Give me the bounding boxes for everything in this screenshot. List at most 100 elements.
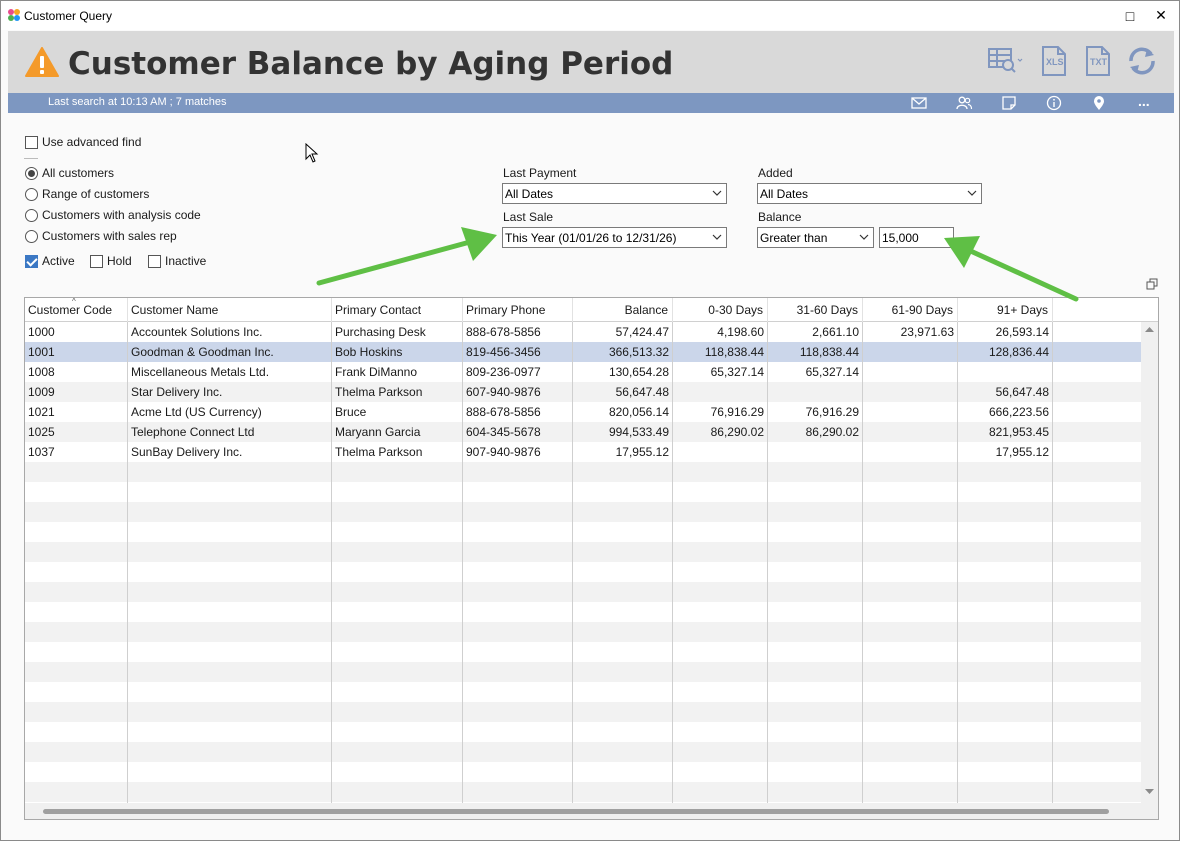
scroll-up-icon[interactable] xyxy=(1145,326,1154,333)
column-header-customer-code[interactable]: Customer Code xyxy=(25,298,128,322)
column-header-days-31-60[interactable]: 31-60 Days xyxy=(768,298,863,322)
empty-row xyxy=(25,762,1141,782)
cell-days-61-90 xyxy=(863,382,958,402)
scroll-down-icon[interactable] xyxy=(1145,788,1154,795)
column-header-primary-phone[interactable]: Primary Phone xyxy=(463,298,573,322)
cell-days-91-plus: 821,953.45 xyxy=(988,425,1049,439)
column-divider xyxy=(862,322,863,803)
cell-customer-name: Telephone Connect Ltd xyxy=(131,425,255,439)
radio-button[interactable] xyxy=(25,229,38,243)
cell-primary-contact: Bob Hoskins xyxy=(335,345,403,359)
cell-days-0-30: 86,290.02 xyxy=(710,425,764,439)
advanced-find-option[interactable]: Use advanced find xyxy=(25,135,141,149)
restore-layout-icon[interactable] xyxy=(1146,278,1158,290)
horizontal-scroll-thumb[interactable] xyxy=(43,809,1109,814)
table-row[interactable]: 1008 Miscellaneous Metals Ltd. Frank DiMan… xyxy=(25,362,1141,382)
cell-days-91-plus: 17,955.12 xyxy=(995,445,1049,459)
info-icon[interactable] xyxy=(1045,95,1063,111)
column-header-primary-contact[interactable]: Primary Contact xyxy=(332,298,463,322)
vertical-scrollbar[interactable] xyxy=(1141,322,1158,803)
cell-days-31-60: 118,838.44 xyxy=(799,345,859,359)
table-row[interactable]: 1037 SunBay Delivery Inc. Thelma Parkson 90… xyxy=(25,442,1141,462)
mail-icon[interactable] xyxy=(910,95,928,111)
table-header: Customer Code Customer Name Primary Contac… xyxy=(25,298,1158,322)
empty-row xyxy=(25,522,1141,542)
column-header-days-91-plus[interactable]: 91+ Days xyxy=(958,298,1053,322)
cell-days-31-60: 2,661.10 xyxy=(812,325,859,339)
inactive-option[interactable]: Inactive xyxy=(148,254,206,268)
radio-sales-rep[interactable]: Customers with sales rep xyxy=(25,229,177,243)
export-xls-button[interactable]: XLS xyxy=(1038,45,1070,77)
cell-days-0-30: 76,916.29 xyxy=(710,405,764,419)
hold-option[interactable]: Hold xyxy=(90,254,132,268)
empty-row xyxy=(25,542,1141,562)
note-icon[interactable] xyxy=(1000,95,1018,111)
cell-primary-phone: 809-236-0977 xyxy=(466,365,541,379)
column-header-days-61-90[interactable]: 61-90 Days xyxy=(863,298,958,322)
empty-row xyxy=(25,602,1141,622)
balance-amount-input[interactable]: 15,000 xyxy=(879,227,954,248)
table-row[interactable]: 1001 Goodman & Goodman Inc. Bob Hoskins 819… xyxy=(25,342,1141,362)
cell-days-61-90: 23,971.63 xyxy=(900,325,954,339)
advanced-find-checkbox[interactable] xyxy=(25,135,38,149)
radio-button[interactable] xyxy=(25,166,38,180)
cell-days-91-plus: 26,593.14 xyxy=(995,325,1049,339)
app-logo-icon xyxy=(8,9,20,21)
added-select[interactable]: All Dates xyxy=(757,183,982,204)
last-payment-select[interactable]: All Dates xyxy=(502,183,727,204)
warning-icon xyxy=(25,47,59,77)
radio-label: Customers with analysis code xyxy=(42,208,201,222)
customer-balance-table: Customer Code Customer Name Primary Contac… xyxy=(24,297,1159,820)
radio-button[interactable] xyxy=(25,208,38,222)
cell-days-91-plus: 56,647.48 xyxy=(995,385,1049,399)
empty-row xyxy=(25,502,1141,522)
radio-button[interactable] xyxy=(25,187,38,201)
mouse-cursor-icon xyxy=(305,143,319,163)
table-row[interactable]: 1000 Accountek Solutions Inc. Purchasing D… xyxy=(25,322,1141,342)
empty-row xyxy=(25,642,1141,662)
contacts-icon[interactable] xyxy=(955,95,973,111)
cell-customer-code: 1001 xyxy=(28,345,55,359)
cell-customer-code: 1009 xyxy=(28,385,55,399)
last-sale-select[interactable]: This Year (01/01/26 to 12/31/26) xyxy=(502,227,727,248)
cell-primary-contact: Thelma Parkson xyxy=(335,385,423,399)
column-header-balance[interactable]: Balance xyxy=(573,298,673,322)
cell-balance: 17,955.12 xyxy=(615,445,669,459)
table-row[interactable]: 1009 Star Delivery Inc. Thelma Parkson 607-… xyxy=(25,382,1141,402)
more-options-button[interactable]: ... xyxy=(1138,93,1150,109)
horizontal-scrollbar[interactable] xyxy=(25,803,1158,819)
hold-checkbox[interactable] xyxy=(90,254,103,268)
active-option[interactable]: Active xyxy=(25,254,75,268)
radio-all-customers[interactable]: All customers xyxy=(25,166,114,180)
cell-primary-phone: 888-678-5856 xyxy=(466,325,541,339)
table-search-icon[interactable] xyxy=(987,45,1023,77)
refresh-icon[interactable] xyxy=(1125,45,1159,77)
table-row[interactable]: 1021 Acme Ltd (US Currency) Bruce 888-678-5… xyxy=(25,402,1141,422)
column-header-customer-name[interactable]: Customer Name xyxy=(128,298,332,322)
radio-range-of-customers[interactable]: Range of customers xyxy=(25,187,149,201)
close-button[interactable]: ✕ xyxy=(1147,1,1175,30)
inactive-label: Inactive xyxy=(165,254,207,268)
column-divider xyxy=(462,322,463,803)
active-checkbox[interactable] xyxy=(25,254,38,268)
empty-row xyxy=(25,482,1141,502)
balance-operator-select[interactable]: Greater than xyxy=(757,227,874,248)
cell-primary-contact: Maryann Garcia xyxy=(335,425,421,439)
cell-days-91-plus: 128,836.44 xyxy=(988,345,1049,359)
cell-customer-code: 1025 xyxy=(28,425,55,439)
cell-primary-contact: Purchasing Desk xyxy=(335,325,426,339)
maximize-button[interactable]: □ xyxy=(1116,1,1144,30)
last-payment-value: All Dates xyxy=(505,187,554,201)
cell-customer-name: SunBay Delivery Inc. xyxy=(131,445,243,459)
export-txt-button[interactable]: TXT xyxy=(1082,45,1114,77)
radio-analysis-code[interactable]: Customers with analysis code xyxy=(25,208,201,222)
inactive-checkbox[interactable] xyxy=(148,254,161,268)
page-header: Customer Balance by Aging Period XLS TXT xyxy=(8,31,1174,93)
location-pin-icon[interactable] xyxy=(1090,95,1108,111)
column-header-days-0-30[interactable]: 0-30 Days xyxy=(673,298,768,322)
cell-customer-name: Star Delivery Inc. xyxy=(131,385,223,399)
table-row[interactable]: 1025 Telephone Connect Ltd Maryann Garcia 6… xyxy=(25,422,1141,442)
empty-row xyxy=(25,722,1141,742)
cell-days-31-60: 76,916.29 xyxy=(805,405,859,419)
cell-days-31-60: 65,327.14 xyxy=(805,365,859,379)
